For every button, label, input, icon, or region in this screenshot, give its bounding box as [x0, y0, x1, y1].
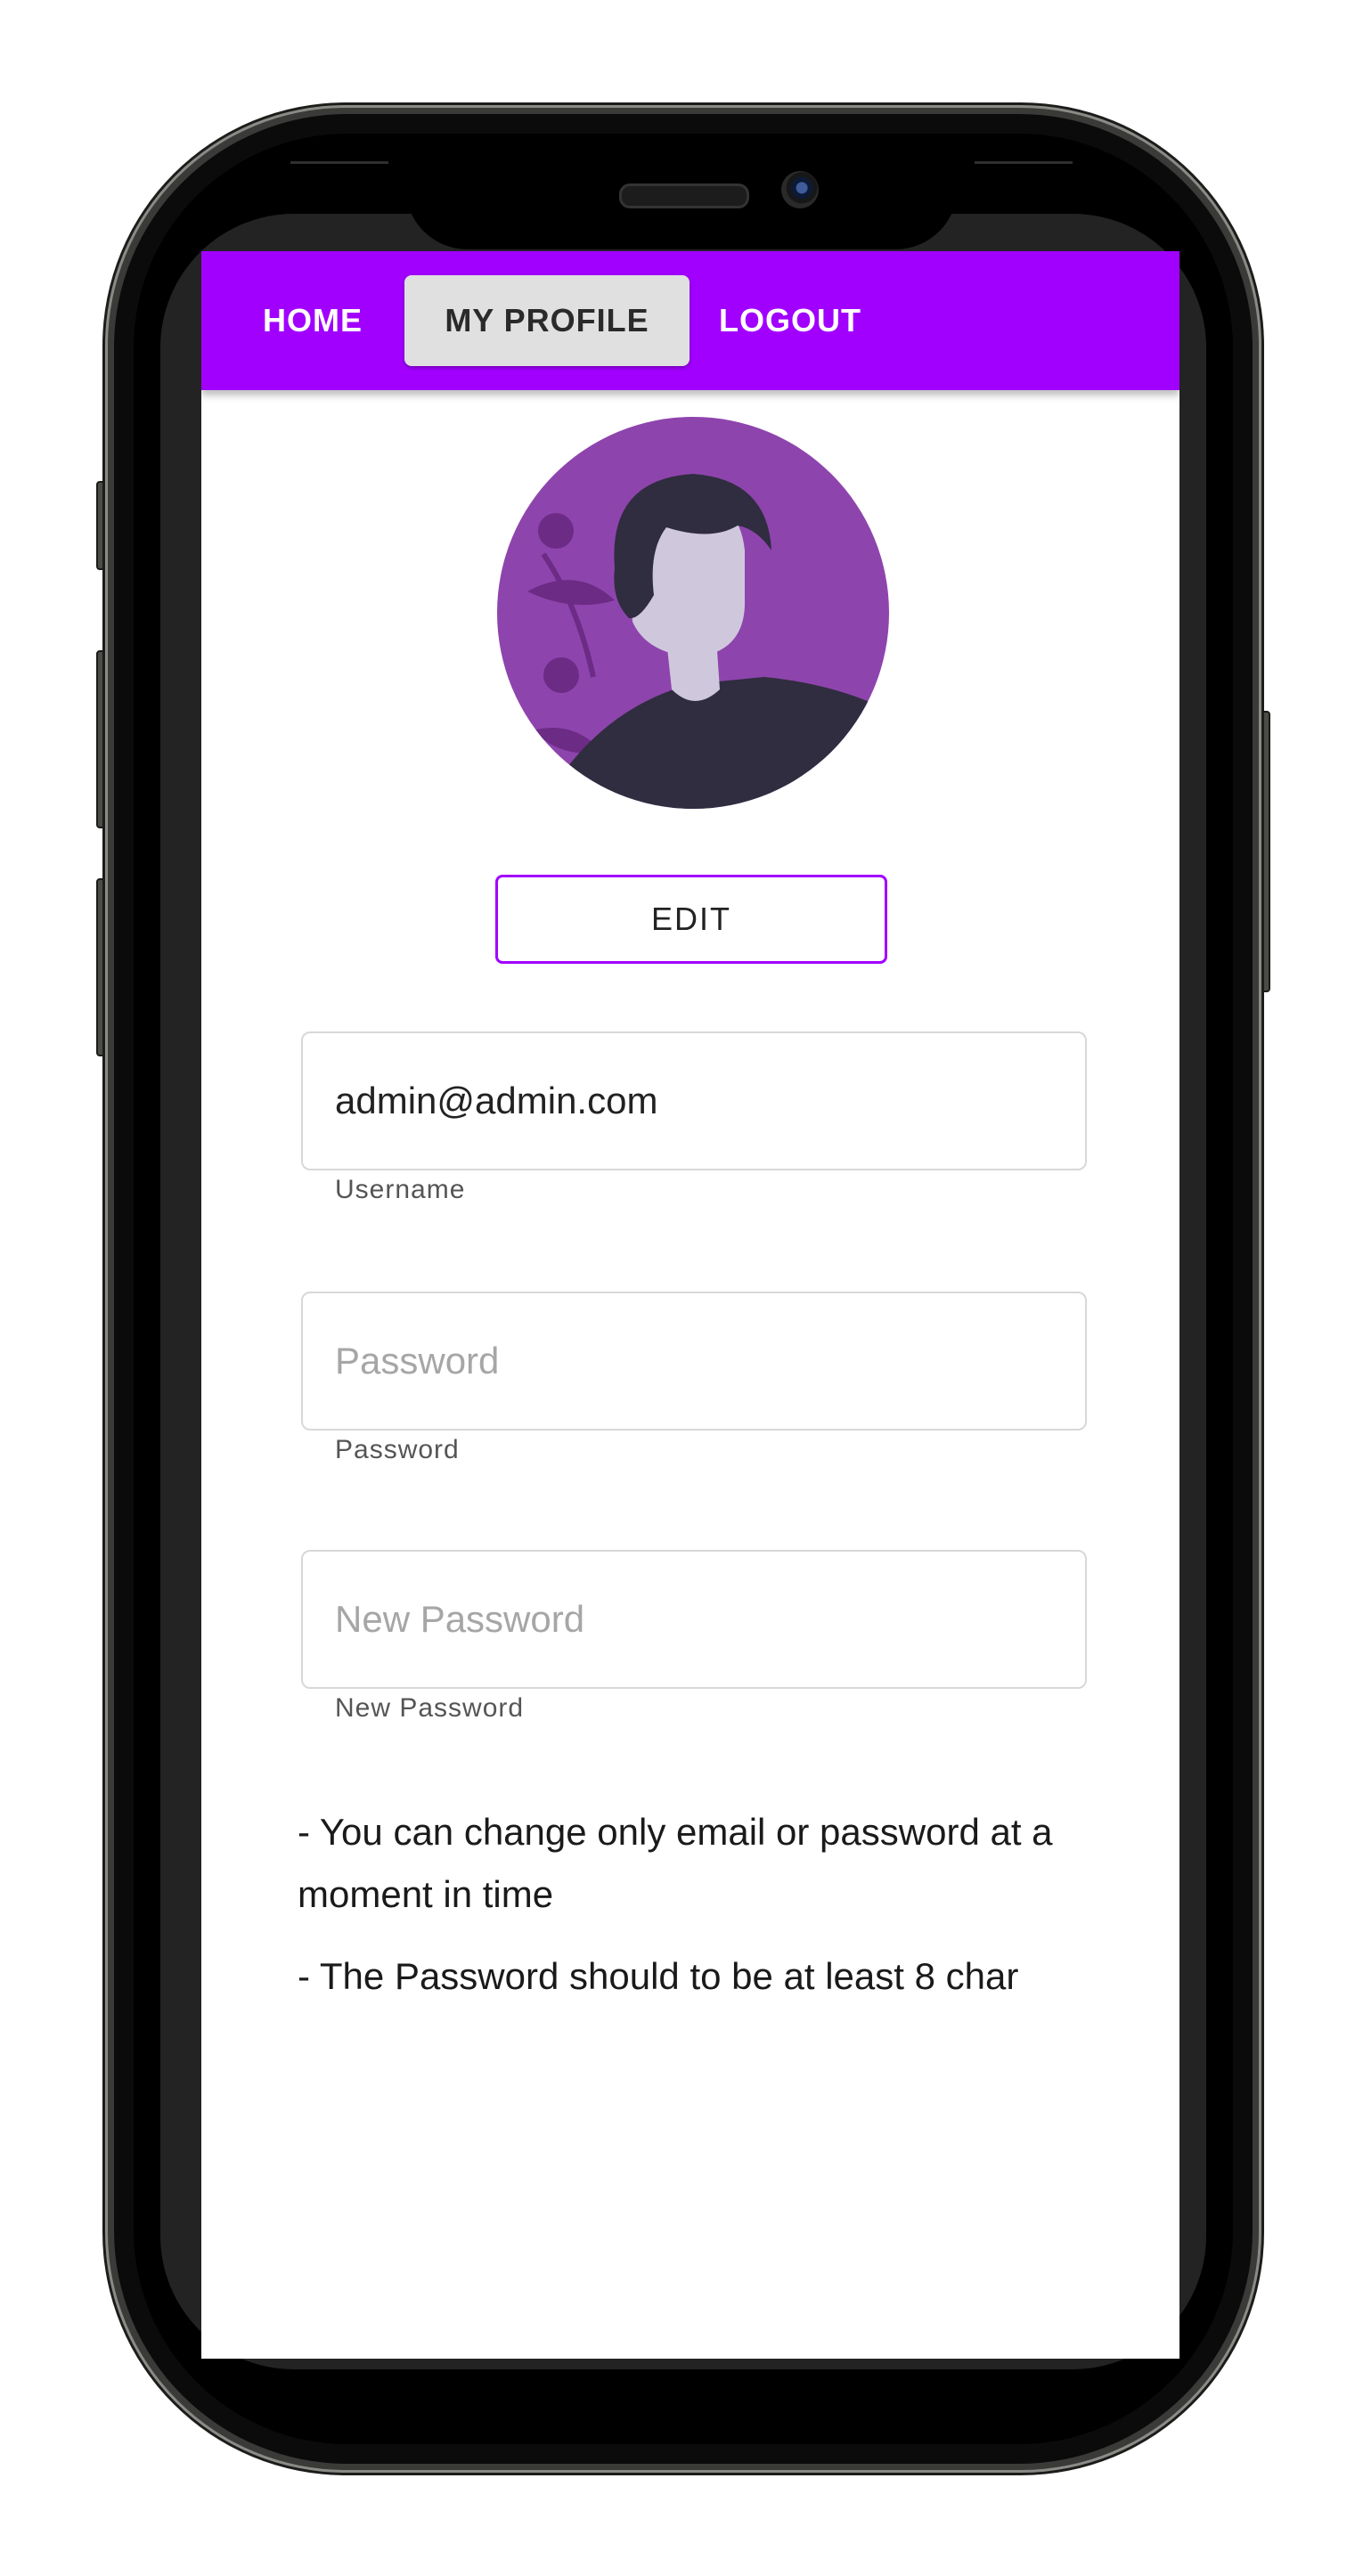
top-navigation-bar: HOME MY PROFILE LOGOUT: [201, 251, 1179, 390]
info-note-change-one: - You can change only email or password …: [298, 1811, 1053, 1915]
password-field: [301, 1292, 1087, 1431]
new-password-field: [301, 1550, 1087, 1689]
nav-my-profile-button[interactable]: MY PROFILE: [404, 275, 690, 366]
phone-antenna-line-left: [290, 161, 388, 164]
username-input[interactable]: [335, 1033, 1048, 1169]
new-password-input[interactable]: [335, 1552, 1048, 1687]
user-avatar-icon: [497, 417, 889, 809]
password-input[interactable]: [335, 1293, 1048, 1429]
nav-home-button[interactable]: HOME: [246, 275, 380, 366]
page: HOME MY PROFILE LOGOUT EDIT admin@admin.…: [0, 0, 1363, 2576]
new-password-helper-text: New Password: [335, 1693, 525, 1723]
phone-antenna-line-right: [975, 161, 1073, 164]
phone-camera: [781, 171, 819, 208]
info-note-password-length: - The Password should to be at least 8 c…: [298, 1955, 1019, 1997]
username-helper-text: Username: [335, 1175, 466, 1204]
edit-profile-button[interactable]: EDIT: [495, 875, 887, 964]
app-screen: HOME MY PROFILE LOGOUT EDIT admin@admin.…: [201, 251, 1179, 2359]
phone-speaker: [619, 183, 749, 208]
nav-logout-button[interactable]: LOGOUT: [706, 275, 875, 366]
password-helper-text: Password: [335, 1435, 460, 1464]
username-field: [301, 1031, 1087, 1170]
